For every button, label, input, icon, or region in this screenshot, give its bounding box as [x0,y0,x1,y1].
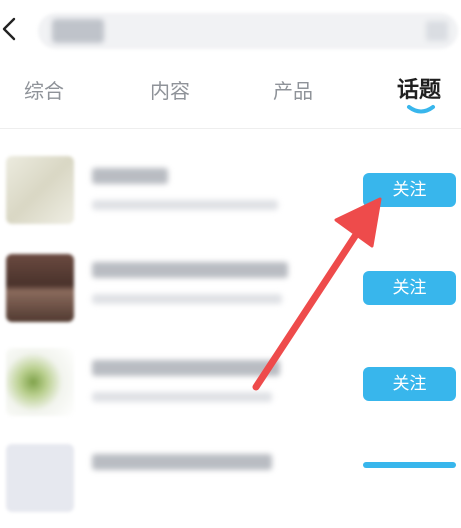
search-action-blurred[interactable] [426,21,448,41]
list-item[interactable]: 关注 [0,146,461,242]
topic-thumbnail [6,348,74,416]
list-item[interactable]: 关注 [0,240,461,336]
search-bar[interactable] [38,13,458,49]
list-item[interactable] [0,432,461,528]
topic-thumbnail [6,444,74,512]
follow-button[interactable]: 关注 [363,271,456,305]
tab-general[interactable]: 综合 [24,76,64,106]
topic-title-blurred [92,168,168,184]
topic-thumbnail [6,156,74,224]
follow-button[interactable]: 关注 [363,173,456,207]
topic-thumbnail [6,254,74,322]
tabs-divider [0,128,461,129]
tab-topics[interactable]: 话题 [397,76,441,106]
search-result-tabs: 综合 内容 产品 话题 [0,70,461,120]
list-item[interactable]: 关注 [0,336,461,432]
active-tab-indicator [407,105,435,114]
top-bar [0,0,461,62]
topic-title-blurred [92,454,272,470]
topic-title-blurred [92,262,288,278]
topic-title-blurred [92,360,280,376]
follow-button[interactable]: 关注 [363,367,456,401]
tab-content[interactable]: 内容 [150,76,190,106]
follow-button-partial[interactable] [363,462,456,468]
topic-meta-blurred [92,294,282,304]
search-query-blurred [52,19,104,43]
topic-meta-blurred [92,392,272,402]
topic-meta-blurred [92,200,278,210]
tab-products[interactable]: 产品 [273,76,313,106]
chevron-left-icon[interactable] [0,12,22,46]
